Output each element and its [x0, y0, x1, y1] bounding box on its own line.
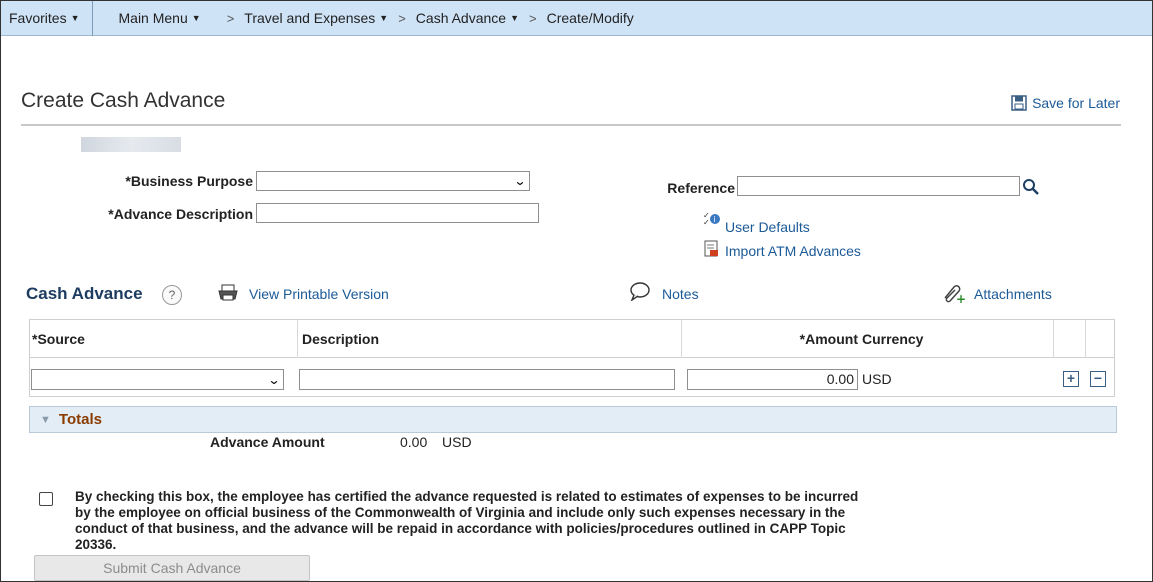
collapse-triangle-icon: ▼	[40, 413, 51, 426]
import-atm-icon	[704, 240, 718, 257]
main-menu[interactable]: Main Menu ▼	[93, 1, 201, 36]
attachments-link[interactable]: Attachments	[974, 286, 1052, 302]
currency-value: USD	[862, 371, 892, 387]
breadcrumb-travel-expenses[interactable]: Travel and Expenses ▼	[244, 1, 388, 36]
favorites-caret-icon: ▼	[70, 13, 80, 23]
chevron-down-icon: ▼	[379, 13, 389, 23]
column-source-header: *Source	[30, 320, 298, 358]
breadcrumb-create-modify[interactable]: Create/Modify	[547, 1, 634, 36]
import-atm-advances-link[interactable]: Import ATM Advances	[725, 243, 861, 259]
redacted-employee-name	[81, 137, 181, 152]
description-input[interactable]	[299, 369, 675, 390]
business-purpose-label: *Business Purpose	[125, 173, 253, 189]
column-currency-header: Currency	[860, 320, 1054, 358]
paperclip-icon: +	[944, 285, 965, 304]
save-for-later-link[interactable]: Save for Later	[1011, 95, 1120, 111]
submit-cash-advance-button[interactable]: Submit Cash Advance	[34, 555, 310, 581]
printer-icon	[218, 284, 238, 301]
breadcrumb-label: Travel and Expenses	[244, 10, 376, 26]
breadcrumb-separator-icon: >	[529, 10, 537, 26]
advance-amount-value: 0.00	[400, 434, 428, 450]
search-icon[interactable]	[1022, 178, 1040, 196]
reference-input[interactable]	[737, 176, 1020, 196]
advance-description-label: *Advance Description	[108, 206, 253, 222]
breadcrumb-cash-advance[interactable]: Cash Advance ▼	[416, 1, 519, 36]
advance-amount-currency: USD	[442, 434, 472, 450]
cash-advance-section-title: Cash Advance	[26, 284, 143, 303]
column-add-header	[1054, 320, 1086, 358]
reference-label: Reference	[667, 180, 735, 196]
favorites-menu[interactable]: Favorites ▼	[1, 0, 93, 36]
totals-title: Totals	[58, 411, 102, 428]
breadcrumb-separator-icon: >	[398, 10, 406, 26]
totals-section-header[interactable]: ▼ Totals	[29, 406, 1117, 433]
source-select[interactable]: ⌄	[31, 369, 284, 390]
breadcrumb-separator-icon: >	[226, 10, 235, 26]
view-printable-version-link[interactable]: View Printable Version	[249, 286, 389, 302]
delete-row-button[interactable]: −	[1090, 371, 1106, 387]
notes-link[interactable]: Notes	[662, 286, 699, 302]
main-menu-caret-icon: ▼	[191, 13, 201, 23]
svg-text:+: +	[956, 292, 965, 304]
main-menu-label: Main Menu	[118, 10, 188, 26]
save-for-later-label: Save for Later	[1032, 95, 1120, 111]
svg-text:i: i	[713, 215, 715, 224]
help-icon[interactable]: ?	[162, 285, 182, 305]
column-amount-header: *Amount	[799, 331, 858, 347]
chevron-down-icon: ⌄	[513, 174, 527, 188]
top-navigation-bar: Favorites ▼ Main Menu ▼ > Travel and Exp…	[1, 0, 1152, 36]
favorites-label: Favorites	[9, 10, 67, 26]
column-description-header: Description	[298, 320, 682, 358]
certification-text: By checking this box, the employee has c…	[75, 489, 859, 552]
breadcrumb-label: Create/Modify	[546, 10, 634, 26]
column-delete-header	[1086, 320, 1116, 358]
page-title: Create Cash Advance	[21, 89, 226, 112]
save-icon	[1011, 95, 1027, 111]
user-defaults-link[interactable]: User Defaults	[725, 219, 810, 235]
user-defaults-icon: ✓ ✓ i	[703, 211, 720, 227]
notes-icon	[630, 282, 650, 301]
chevron-down-icon: ▼	[510, 13, 520, 23]
advance-amount-label: Advance Amount	[210, 434, 325, 450]
certification-checkbox[interactable]	[39, 492, 53, 506]
advance-description-input[interactable]	[256, 203, 539, 223]
amount-input[interactable]: 0.00	[687, 369, 858, 390]
grid-header: *Source Description *Amount Currency	[30, 320, 1114, 358]
add-row-button[interactable]: +	[1063, 371, 1079, 387]
business-purpose-select[interactable]: ⌄	[256, 171, 530, 191]
svg-text:✓: ✓	[703, 218, 710, 227]
title-divider	[21, 124, 1121, 126]
breadcrumb-label: Cash Advance	[415, 10, 507, 26]
chevron-down-icon: ⌄	[267, 372, 281, 387]
